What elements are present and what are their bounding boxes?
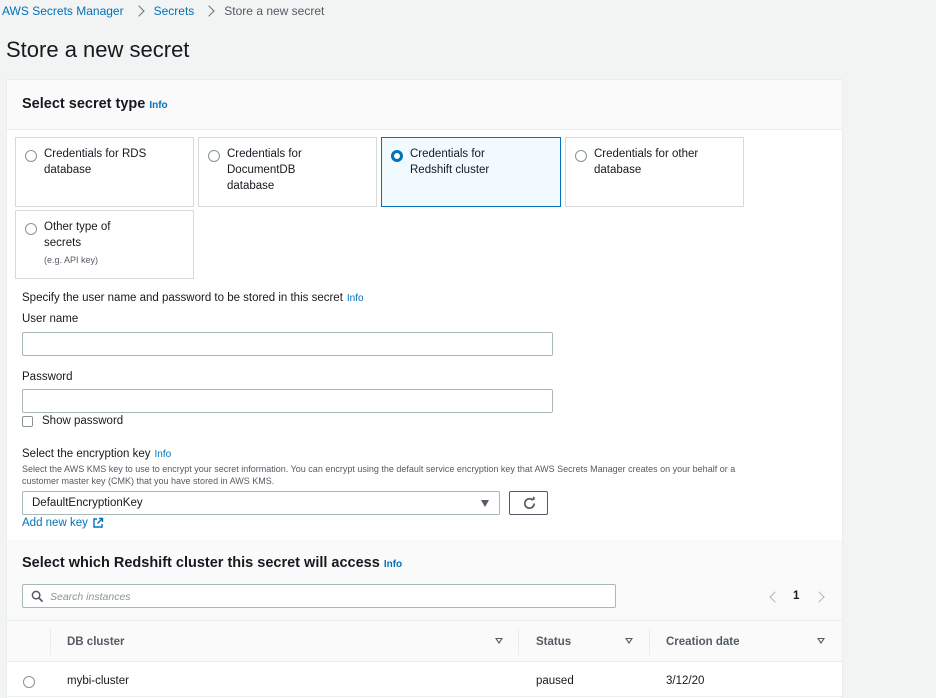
row-select-radio[interactable] bbox=[23, 676, 35, 688]
row-divider bbox=[7, 696, 842, 697]
encryption-key-select[interactable]: DefaultEncryptionKey bbox=[22, 491, 500, 515]
search-input[interactable]: Search instances bbox=[22, 584, 616, 608]
chevron-right-icon bbox=[204, 4, 214, 18]
cell-creation-date: 3/12/20 bbox=[666, 675, 705, 687]
username-label: User name bbox=[22, 313, 79, 325]
secret-type-title: Select secret type bbox=[22, 96, 146, 112]
show-password-checkbox[interactable] bbox=[22, 416, 33, 427]
add-new-key-link[interactable]: Add new key bbox=[22, 517, 104, 529]
breadcrumb-current: Store a new secret bbox=[224, 4, 325, 18]
secret-type-info-link[interactable]: Info bbox=[149, 100, 167, 111]
tile-other-secret-label: Other type of secrets (e.g. API key) bbox=[44, 219, 184, 268]
encryption-label: Select the encryption key Info bbox=[22, 448, 171, 460]
search-placeholder: Search instances bbox=[50, 591, 131, 603]
tile-other-database-line2: database bbox=[594, 164, 642, 176]
breadcrumb: AWS Secrets Manager Secrets Store a new … bbox=[2, 3, 324, 19]
radio-other-database[interactable] bbox=[575, 150, 587, 162]
column-divider bbox=[649, 629, 650, 655]
column-divider bbox=[518, 629, 519, 655]
radio-documentdb[interactable] bbox=[208, 150, 220, 162]
store-secret-panel: Select secret type Info Credentials for R… bbox=[6, 79, 843, 698]
encryption-label-text: Select the encryption key bbox=[22, 448, 151, 460]
radio-other-secret[interactable] bbox=[25, 223, 37, 235]
pager-current-page[interactable]: 1 bbox=[793, 590, 799, 602]
tile-rds-label: Credentials for RDS database bbox=[44, 146, 184, 178]
sort-icon[interactable] bbox=[625, 638, 633, 644]
column-creation-date[interactable]: Creation date bbox=[666, 636, 740, 648]
tile-documentdb[interactable]: Credentials for DocumentDB database bbox=[198, 137, 377, 207]
credentials-intro-text: Specify the user name and password to be… bbox=[22, 292, 343, 304]
column-db-cluster[interactable]: DB cluster bbox=[67, 636, 125, 648]
breadcrumb-secrets[interactable]: Secrets bbox=[154, 4, 195, 18]
encryption-description-line2: customer master key (CMK) that you have … bbox=[22, 476, 275, 486]
sort-icon[interactable] bbox=[495, 638, 503, 644]
tile-documentdb-line2: DocumentDB bbox=[227, 164, 296, 176]
credentials-intro: Specify the user name and password to be… bbox=[22, 292, 364, 304]
chevron-right-icon bbox=[134, 4, 144, 18]
tile-other-database[interactable]: Credentials for other database bbox=[565, 137, 744, 207]
cell-status: paused bbox=[536, 675, 574, 687]
refresh-button[interactable] bbox=[509, 491, 548, 515]
tile-other-database-line1: Credentials for other bbox=[594, 148, 699, 160]
show-password-label: Show password bbox=[42, 415, 124, 427]
add-new-key-text: Add new key bbox=[22, 517, 88, 529]
external-link-icon bbox=[93, 517, 104, 528]
tile-documentdb-line1: Credentials for bbox=[227, 148, 302, 160]
column-status[interactable]: Status bbox=[536, 636, 571, 648]
tile-other-secret-sub: (e.g. API key) bbox=[44, 255, 99, 265]
encryption-description: Select the AWS KMS key to use to encrypt… bbox=[22, 463, 822, 487]
password-input[interactable] bbox=[22, 389, 553, 413]
tile-redshift[interactable]: Credentials for Redshift cluster bbox=[381, 137, 561, 207]
caret-down-icon bbox=[481, 500, 489, 507]
secret-type-heading: Select secret type Info bbox=[22, 96, 168, 112]
breadcrumb-secrets-manager[interactable]: AWS Secrets Manager bbox=[2, 4, 124, 18]
credentials-info-link[interactable]: Info bbox=[347, 293, 364, 304]
tile-other-secret-line2: secrets bbox=[44, 237, 82, 249]
password-label: Password bbox=[22, 371, 73, 383]
page-title: Store a new secret bbox=[6, 37, 190, 62]
tile-redshift-line2: Redshift cluster bbox=[410, 164, 490, 176]
tile-other-database-label: Credentials for other database bbox=[594, 146, 734, 178]
cluster-heading: Select which Redshift cluster this secre… bbox=[22, 555, 402, 571]
tile-documentdb-label: Credentials for DocumentDB database bbox=[227, 146, 367, 194]
cluster-table: DB cluster Status Creation date mybi-clu… bbox=[7, 620, 842, 698]
search-icon bbox=[31, 590, 44, 603]
cluster-heading-text: Select which Redshift cluster this secre… bbox=[22, 555, 380, 571]
tile-documentdb-line3: database bbox=[227, 180, 275, 192]
refresh-icon bbox=[524, 496, 536, 509]
username-input[interactable] bbox=[22, 332, 553, 356]
radio-rds[interactable] bbox=[25, 150, 37, 162]
tile-redshift-label: Credentials for Redshift cluster bbox=[410, 146, 550, 178]
tile-other-secret[interactable]: Other type of secrets (e.g. API key) bbox=[15, 210, 194, 279]
tile-other-secret-line1: Other type of bbox=[44, 221, 111, 233]
sort-icon[interactable] bbox=[817, 638, 825, 644]
encryption-description-line1: Select the AWS KMS key to use to encrypt… bbox=[22, 464, 736, 474]
tile-rds[interactable]: Credentials for RDS database bbox=[15, 137, 194, 207]
cell-db-cluster: mybi-cluster bbox=[67, 675, 129, 687]
table-header: DB cluster Status Creation date bbox=[7, 620, 842, 662]
tile-rds-line2: database bbox=[44, 164, 92, 176]
radio-redshift[interactable] bbox=[391, 150, 403, 162]
column-divider bbox=[50, 629, 51, 655]
encryption-info-link[interactable]: Info bbox=[155, 449, 172, 460]
cluster-info-link[interactable]: Info bbox=[384, 559, 402, 570]
tile-rds-line1: Credentials for RDS bbox=[44, 148, 147, 160]
tile-redshift-line1: Credentials for bbox=[410, 148, 485, 160]
encryption-key-value: DefaultEncryptionKey bbox=[32, 497, 143, 509]
